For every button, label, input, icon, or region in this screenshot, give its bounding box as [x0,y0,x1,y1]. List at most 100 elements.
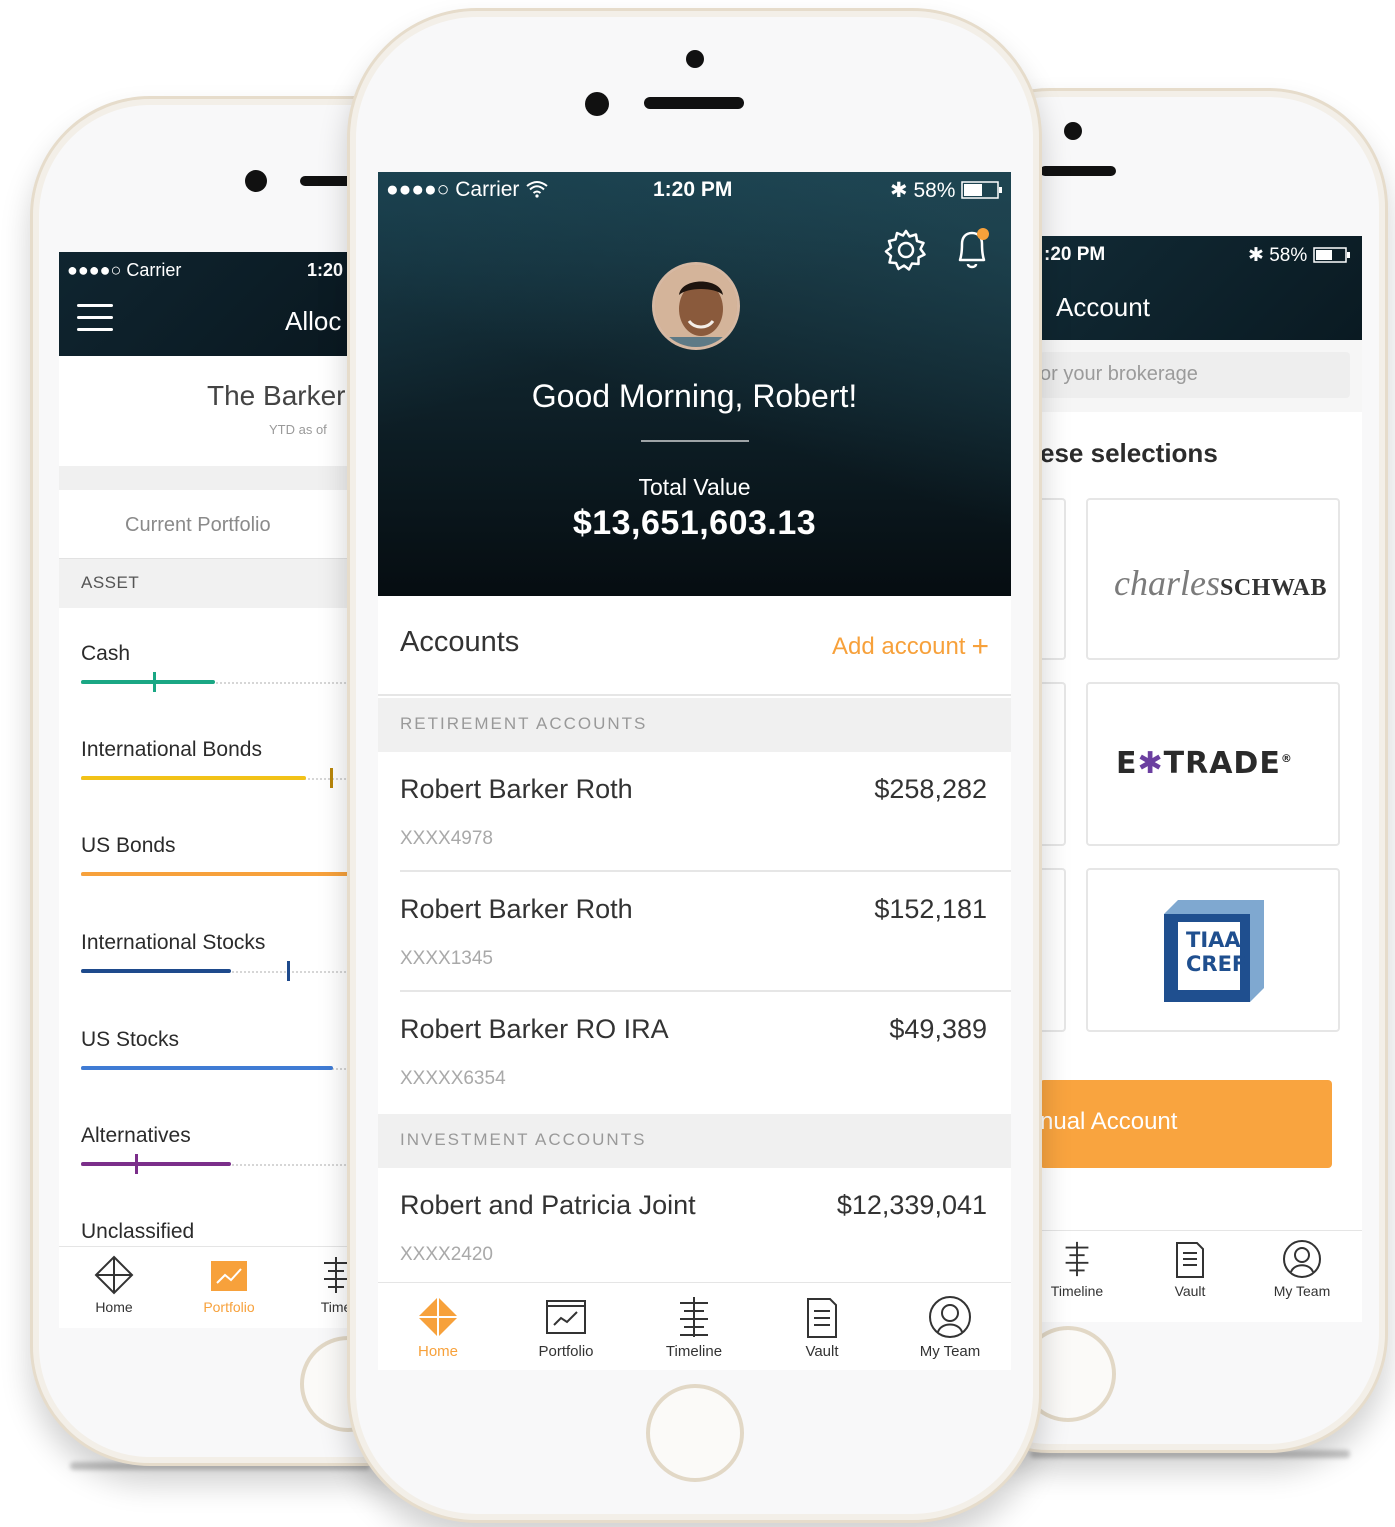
account-row[interactable]: Robert Barker RO IRA $49,389 XXXXX6354 [378,992,1011,1112]
broker-card-partial[interactable] [1040,682,1066,846]
asset-row[interactable]: Unclassified [81,1220,349,1244]
broker-card-etrade[interactable]: E✱TRADE® [1086,682,1340,846]
center-phone-home-button[interactable] [646,1384,744,1482]
tab-vault-label: Vault [1174,1283,1206,1299]
left-phone-camera [245,170,267,192]
asset-name: International Stocks [81,931,266,954]
tab-timeline[interactable]: Time [311,1255,349,1315]
account-row[interactable]: Robert Barker Roth $152,181 XXXX1345 [378,872,1011,992]
avatar-portrait [655,265,737,347]
header-divider [641,440,749,442]
right-tab-bar: Timeline Vault My Team [1040,1230,1362,1322]
asset-row[interactable]: Alternatives [81,1124,349,1174]
account-name: Robert and Patricia Joint [400,1190,696,1220]
account-name: Robert Barker Roth [400,774,633,804]
allocation-bar [81,1066,333,1070]
notification-bell-icon[interactable] [952,226,992,274]
timeline-icon [324,1257,348,1293]
schwab-logo-name: SCHWAB [1219,575,1328,601]
asset-name: Cash [81,642,131,665]
tab-vault-label: Vault [805,1343,839,1360]
account-number: XXXX4978 [400,828,493,849]
cref-text: CREF [1186,952,1247,976]
asset-row[interactable]: US Stocks [81,1028,349,1070]
target-marker [153,672,156,692]
section-title: INVESTMENT ACCOUNTS [400,1130,647,1149]
tab-current-portfolio[interactable]: Current Portfolio [125,514,271,537]
broker-card-partial[interactable] [1040,868,1066,1032]
schwab-logo: charlesSCHWAB [1114,562,1327,604]
tab-timeline[interactable]: Timeline [1046,1239,1108,1299]
asset-name: US Stocks [81,1028,180,1051]
tab-timeline-label: Timeline [665,1343,723,1360]
etrade-star-icon: ✱ [1137,746,1164,781]
selections-heading: ese selections [1040,438,1218,468]
settings-gear-icon[interactable] [884,228,928,272]
asset-row[interactable]: International Stocks [81,931,349,981]
etrade-registered: ® [1280,752,1293,765]
tab-home[interactable]: Home [87,1255,141,1315]
tab-vault[interactable]: Vault [802,1295,842,1360]
account-name: Robert Barker Roth [400,894,633,924]
tab-my-team[interactable]: My Team [914,1295,986,1360]
tab-portfolio[interactable]: Portfolio [532,1295,600,1360]
status-time: 1:20 PM [653,178,733,201]
etrade-logo: E✱TRADE® [1116,746,1293,781]
bluetooth-icon: ✱ [890,179,914,202]
vault-document-icon [1176,1242,1204,1278]
account-row[interactable]: Robert Barker Roth $258,282 XXXX4978 [378,752,1011,872]
center-phone-screen: ●●●●○ Carrier 1:20 PM ✱ 58% Good Morning… [378,172,1011,1370]
timeline-icon [1065,1241,1089,1277]
bluetooth-icon: ✱ [1248,245,1270,266]
accounts-title: Accounts [400,626,520,658]
allocation-bar [81,776,306,780]
allocation-header: ●●●●○ Carrier 1:20 Alloc [59,252,349,356]
plus-icon: + [971,630,989,663]
status-time: :20 PM [1044,244,1106,265]
dashboard-header: ●●●●○ Carrier 1:20 PM ✱ 58% Good Morning… [378,172,1011,596]
battery-percent: 58% [1269,245,1308,266]
portfolio-name: The Barker [207,380,346,411]
target-marker [135,1154,138,1174]
asset-row[interactable]: US Bonds [81,834,349,876]
avatar[interactable] [652,262,740,350]
asset-header-label: ASSET [81,573,140,592]
tab-portfolio-label: Portfolio [538,1343,594,1360]
tab-vault[interactable]: Vault [1168,1239,1212,1299]
center-phone-speaker [644,97,744,109]
account-value: $258,282 [874,774,987,804]
tab-portfolio[interactable]: Portfolio [197,1255,261,1315]
allocation-bar [81,969,231,973]
tab-timeline[interactable]: Timeline [660,1295,728,1360]
section-title: RETIREMENT ACCOUNTS [400,714,648,733]
broker-card-tiaa-cref[interactable]: TIAA CREF [1086,868,1340,1032]
center-phone-camera [585,92,609,116]
account-value: $12,339,041 [836,1190,987,1220]
asset-name: Alternatives [81,1124,191,1147]
menu-icon[interactable] [77,304,113,336]
allocation-bar [81,680,215,684]
wifi-icon [526,181,548,198]
tab-timeline-label: Timeline [1050,1283,1104,1299]
broker-card-partial[interactable] [1040,498,1066,660]
target-marker [287,961,290,981]
schwab-logo-script: charles [1114,563,1220,603]
add-manual-account-button[interactable]: nual Account [1040,1080,1332,1168]
allocation-bar [81,1162,231,1166]
portfolio-chart-icon [546,1300,586,1334]
status-carrier: ●●●●○ Carrier [386,178,520,201]
account-row[interactable]: Robert and Patricia Joint $12,339,041 XXXX… [378,1168,1011,1288]
brokerage-search-input[interactable]: or your brokerage [1040,352,1350,398]
home-diamond-icon [94,1255,134,1295]
asset-row[interactable]: International Bonds [81,738,349,788]
account-number: XXXX2420 [400,1244,493,1265]
total-value-label: Total Value [638,474,751,500]
add-account-button[interactable]: Add account + [832,630,989,664]
asset-name: Unclassified [81,1220,195,1243]
tab-home[interactable]: Home [414,1295,462,1360]
asset-row[interactable]: Cash [81,642,349,692]
tab-timeline-label: Time [320,1299,349,1315]
tab-my-team[interactable]: My Team [1270,1239,1334,1299]
broker-card-schwab[interactable]: charlesSCHWAB [1086,498,1340,660]
tiaa-cref-logo: TIAA CREF [1164,900,1264,1004]
